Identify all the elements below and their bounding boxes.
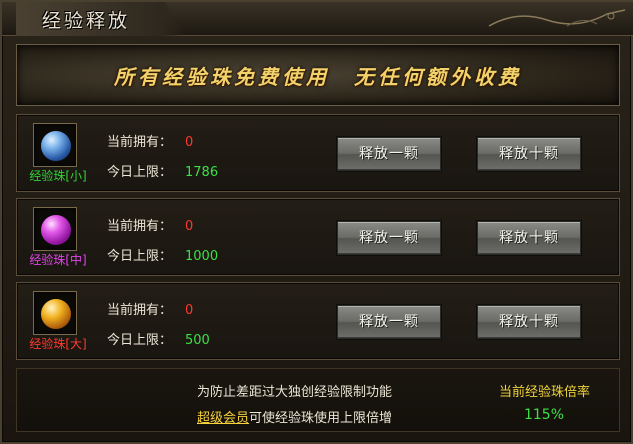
owned-label: 当前拥有： (107, 219, 173, 234)
window-title: 经验释放 (42, 10, 131, 32)
owned-line: 当前拥有： 0 (107, 131, 193, 150)
bead-name: 经验珠[大] (29, 337, 87, 351)
limit-label: 今日上限： (107, 249, 173, 264)
owned-value: 0 (185, 135, 194, 150)
vip-link[interactable]: 超级会员 (197, 411, 249, 426)
banner-text: 所有经验珠免费使用 无任何额外收费 (114, 64, 522, 89)
orb-gold-icon (41, 299, 71, 329)
release-ten-button[interactable]: 释放十颗 (477, 221, 581, 255)
bead-row-small: 经验珠[小] 当前拥有： 0 今日上限： 1786 释放一颗 释放十颗 (16, 114, 620, 192)
free-use-banner: 所有经验珠免费使用 无任何额外收费 (16, 44, 620, 106)
rate-value: 115% (523, 407, 565, 423)
release-ten-button[interactable]: 释放十颗 (477, 305, 581, 339)
vip-notice-text: 可使经验珠使用上限倍增 (249, 411, 393, 426)
owned-label: 当前拥有： (107, 303, 173, 318)
bead-slot: 经验珠[大] (25, 291, 87, 353)
release-ten-button[interactable]: 释放十颗 (477, 137, 581, 171)
bead-name: 经验珠[中] (29, 253, 87, 267)
orb-purple-icon (41, 215, 71, 245)
release-one-button[interactable]: 释放一颗 (337, 137, 441, 171)
bead-row-large: 经验珠[大] 当前拥有： 0 今日上限： 500 释放一颗 释放十颗 (16, 282, 620, 360)
item-slot[interactable] (33, 207, 77, 251)
release-one-button[interactable]: 释放一颗 (337, 221, 441, 255)
rate-label: 当前经验珠倍率 (499, 385, 591, 400)
title-bar[interactable]: 经验释放 (2, 2, 633, 36)
owned-line: 当前拥有： 0 (107, 299, 193, 318)
bead-slot: 经验珠[中] (25, 207, 87, 269)
bead-slot: 经验珠[小] (25, 123, 87, 185)
limit-value: 1786 (185, 165, 219, 180)
item-slot[interactable] (33, 291, 77, 335)
item-slot[interactable] (33, 123, 77, 167)
limit-value: 1000 (185, 249, 219, 264)
bead-row-medium: 经验珠[中] 当前拥有： 0 今日上限： 1000 释放一颗 释放十颗 (16, 198, 620, 276)
release-one-button[interactable]: 释放一颗 (337, 305, 441, 339)
limit-notice: 为防止差距过大独创经验限制功能 (197, 385, 393, 400)
owned-line: 当前拥有： 0 (107, 215, 193, 234)
experience-release-window: 经验释放 所有经验珠免费使用 无任何额外收费 经验珠[小] 当前拥有： 0 今日上… (0, 0, 633, 444)
owned-value: 0 (185, 219, 194, 234)
limit-label: 今日上限： (107, 333, 173, 348)
vip-notice: 超级会员可使经验珠使用上限倍增 (197, 407, 392, 426)
limit-line: 今日上限： 1786 (107, 161, 218, 180)
ornament-icon (488, 9, 626, 27)
owned-value: 0 (185, 303, 194, 318)
limit-line: 今日上限： 1000 (107, 245, 218, 264)
limit-line: 今日上限： 500 (107, 329, 210, 348)
footer-panel: 为防止差距过大独创经验限制功能 超级会员可使经验珠使用上限倍增 当前经验珠倍率 … (16, 368, 620, 432)
limit-label: 今日上限： (107, 165, 173, 180)
limit-value: 500 (185, 333, 210, 348)
owned-label: 当前拥有： (107, 135, 173, 150)
orb-blue-icon (41, 131, 71, 161)
bead-name: 经验珠[小] (29, 169, 87, 183)
